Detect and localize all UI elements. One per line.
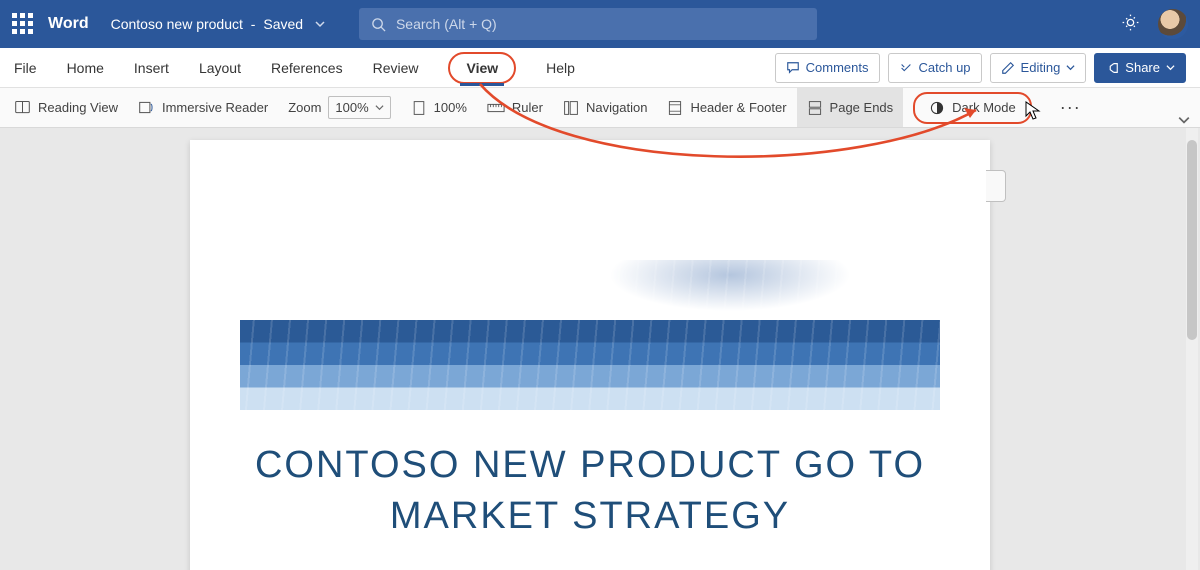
- scrollbar-thumb[interactable]: [1187, 140, 1197, 340]
- zoom-value: 100%: [335, 100, 368, 115]
- share-label: Share: [1125, 60, 1160, 75]
- zoom-100-button[interactable]: 100%: [411, 88, 467, 127]
- comments-label: Comments: [806, 60, 869, 75]
- editing-label: Editing: [1021, 60, 1061, 75]
- dark-mode-label: Dark Mode: [952, 100, 1016, 115]
- search-input[interactable]: Search (Alt + Q): [359, 8, 817, 40]
- app-name: Word: [48, 15, 89, 33]
- view-ribbon: Reading View Immersive Reader Zoom 100% …: [0, 88, 1200, 128]
- share-icon: [1105, 61, 1119, 75]
- share-button[interactable]: Share: [1094, 53, 1186, 83]
- pencil-icon: [1001, 61, 1015, 75]
- tab-review[interactable]: Review: [373, 48, 419, 87]
- ruler-label: Ruler: [512, 100, 543, 115]
- zoom-100-label: 100%: [434, 100, 467, 115]
- tab-file[interactable]: File: [14, 48, 37, 87]
- chevron-down-icon: [1066, 63, 1075, 72]
- dark-mode-icon: [929, 100, 945, 116]
- reading-view-label: Reading View: [38, 100, 118, 115]
- document-save-separator: -: [247, 16, 259, 32]
- immersive-reader-button[interactable]: Immersive Reader: [138, 88, 268, 127]
- catchup-icon: [899, 61, 913, 75]
- catchup-button[interactable]: Catch up: [888, 53, 982, 83]
- navigation-toggle[interactable]: Navigation: [563, 88, 647, 127]
- document-title-text: Contoso new product: [111, 16, 243, 32]
- header-footer-icon: [667, 100, 683, 116]
- comment-icon: [786, 61, 800, 75]
- document-canvas[interactable]: CONTOSO NEW PRODUCT GO TO MARKET STRATEG…: [0, 128, 1200, 570]
- page-ends-icon: [807, 100, 823, 116]
- document-hero-image: [240, 260, 940, 410]
- dark-mode-toggle[interactable]: Dark Mode: [913, 92, 1032, 124]
- tab-layout[interactable]: Layout: [199, 48, 241, 87]
- navigation-icon: [563, 100, 579, 116]
- comments-button[interactable]: Comments: [775, 53, 880, 83]
- document-title[interactable]: Contoso new product - Saved: [111, 16, 325, 32]
- immersive-reader-label: Immersive Reader: [162, 100, 268, 115]
- menu-tabs: File Home Insert Layout References Revie…: [14, 48, 575, 87]
- tab-view[interactable]: View: [448, 52, 516, 84]
- reading-view-icon: [14, 99, 31, 116]
- zoom-dropdown[interactable]: 100%: [328, 96, 390, 119]
- titlebar: Word Contoso new product - Saved Search …: [0, 0, 1200, 48]
- page-ends-label: Page Ends: [830, 100, 894, 115]
- chevron-down-icon: [375, 103, 384, 112]
- editing-button[interactable]: Editing: [990, 53, 1087, 83]
- user-avatar[interactable]: [1158, 9, 1188, 39]
- reading-view-button[interactable]: Reading View: [14, 88, 118, 127]
- ruler-toggle[interactable]: Ruler: [487, 88, 543, 127]
- tab-insert[interactable]: Insert: [134, 48, 169, 87]
- search-placeholder: Search (Alt + Q): [396, 16, 497, 32]
- zoom-label: Zoom: [288, 100, 321, 115]
- page-ends-toggle[interactable]: Page Ends: [797, 88, 904, 127]
- tab-references[interactable]: References: [271, 48, 343, 87]
- zoom-control[interactable]: Zoom 100%: [288, 88, 390, 127]
- ribbon-overflow-button[interactable]: ···: [1060, 97, 1081, 118]
- immersive-reader-icon: [138, 99, 155, 116]
- page-side-handle[interactable]: [986, 170, 1006, 202]
- header-footer-label: Header & Footer: [690, 100, 786, 115]
- document-save-status: Saved: [263, 16, 303, 32]
- header-footer-button[interactable]: Header & Footer: [667, 88, 786, 127]
- app-launcher-icon[interactable]: [12, 13, 34, 35]
- chevron-down-icon[interactable]: [315, 16, 325, 32]
- navigation-label: Navigation: [586, 100, 647, 115]
- document-page[interactable]: CONTOSO NEW PRODUCT GO TO MARKET STRATEG…: [190, 140, 990, 570]
- menu-bar: File Home Insert Layout References Revie…: [0, 48, 1200, 88]
- tab-help[interactable]: Help: [546, 48, 575, 87]
- tab-home[interactable]: Home: [67, 48, 104, 87]
- search-icon: [371, 17, 386, 32]
- chevron-down-icon: [1166, 63, 1175, 72]
- document-heading[interactable]: CONTOSO NEW PRODUCT GO TO MARKET STRATEG…: [190, 440, 990, 543]
- catchup-label: Catch up: [919, 60, 971, 75]
- page-icon: [411, 100, 427, 116]
- settings-gear-icon[interactable]: [1121, 13, 1140, 35]
- collapse-ribbon-chevron-icon[interactable]: [1178, 114, 1190, 129]
- ruler-icon: [487, 102, 505, 114]
